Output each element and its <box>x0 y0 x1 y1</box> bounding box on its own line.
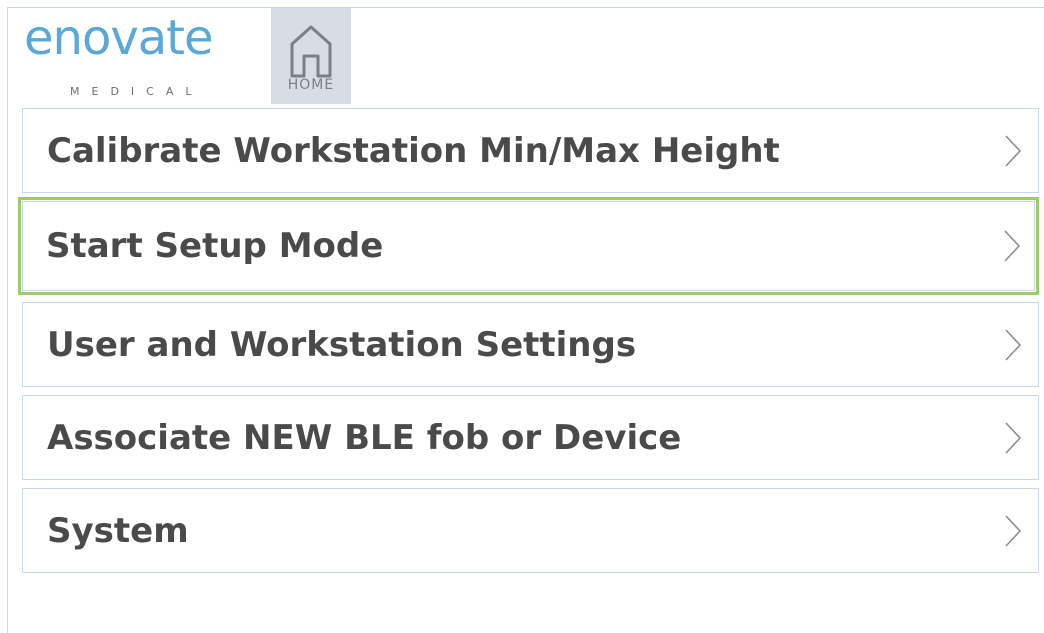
home-button[interactable]: HOME <box>271 8 351 104</box>
menu-item-label: System <box>47 510 189 551</box>
menu-item-calibrate-height[interactable]: Calibrate Workstation Min/Max Height <box>22 108 1039 193</box>
menu-item-label: Calibrate Workstation Min/Max Height <box>47 130 780 171</box>
home-icon <box>290 25 332 78</box>
chevron-right-icon <box>1005 328 1022 361</box>
menu-item-start-setup-mode[interactable]: Start Setup Mode <box>18 197 1039 295</box>
menu-item-label: Associate NEW BLE fob or Device <box>47 417 682 458</box>
menu-item-label: User and Workstation Settings <box>47 324 637 365</box>
menu-item-label: Start Setup Mode <box>46 226 384 266</box>
menu-item-system[interactable]: System <box>22 488 1039 573</box>
enovate-medical-logo: enovate MEDICAL <box>20 8 252 104</box>
logo-subtitle: MEDICAL <box>70 85 204 98</box>
chevron-right-icon <box>1004 230 1021 262</box>
menu-item-associate-ble-device[interactable]: Associate NEW BLE fob or Device <box>22 395 1039 480</box>
chevron-right-icon <box>1005 134 1022 167</box>
home-label: HOME <box>287 77 335 93</box>
chevron-right-icon <box>1005 421 1022 454</box>
chevron-right-icon <box>1005 514 1022 547</box>
logo-wordmark: enovate <box>24 10 213 66</box>
menu-item-user-workstation-settings[interactable]: User and Workstation Settings <box>22 302 1039 387</box>
